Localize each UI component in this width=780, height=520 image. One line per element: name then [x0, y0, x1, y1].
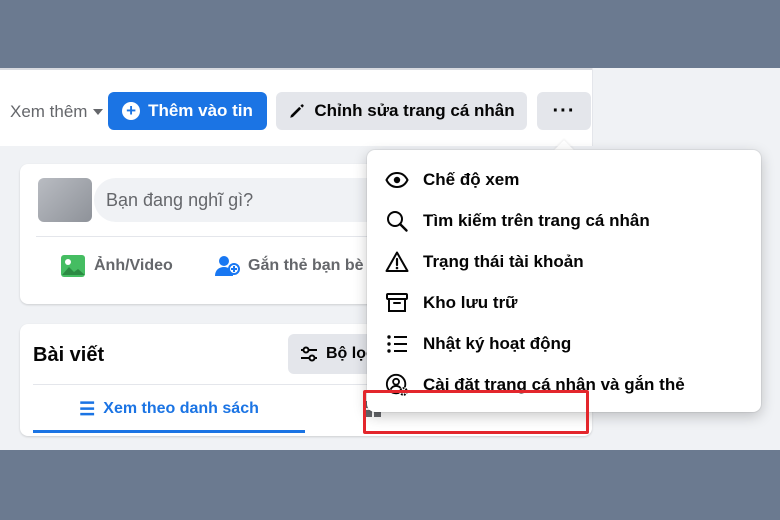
menu-item-label: Nhật ký hoạt động	[423, 334, 572, 353]
posts-title: Bài viết	[33, 344, 105, 366]
menu-item-search-profile[interactable]: Tìm kiếm trên trang cá nhân	[377, 201, 751, 241]
list-view-label: Xem theo danh sách	[103, 400, 259, 417]
menu-item-label: Chế độ xem	[423, 170, 520, 189]
add-to-story-button[interactable]: + Thêm vào tin	[108, 92, 267, 130]
photo-icon	[61, 255, 85, 277]
pencil-icon	[290, 104, 305, 118]
menu-item-label: Tìm kiếm trên trang cá nhân	[423, 211, 650, 230]
divider	[0, 68, 592, 70]
list-icon	[385, 332, 409, 356]
highlight-box	[363, 390, 589, 434]
menu-item-label: Kho lưu trữ	[423, 293, 518, 312]
see-more-label: Xem thêm	[10, 102, 88, 121]
caret-down-icon	[93, 109, 104, 115]
archive-icon	[385, 291, 409, 315]
filter-icon	[301, 346, 317, 362]
search-icon	[385, 209, 409, 233]
tab-list-view[interactable]: ☰ Xem theo danh sách	[33, 386, 305, 432]
edit-profile-label: Chỉnh sửa trang cá nhân	[314, 101, 515, 120]
profile-action-bar: Xem thêm + Thêm vào tin Chỉnh sửa trang …	[0, 68, 593, 146]
tag-friends-icon	[215, 256, 240, 276]
facebook-profile-screenshot: Xem thêm + Thêm vào tin Chỉnh sửa trang …	[0, 68, 780, 450]
photo-video-label: Ảnh/Video	[94, 257, 173, 274]
eye-icon	[385, 168, 409, 192]
add-to-story-label: Thêm vào tin	[148, 101, 253, 120]
warning-icon	[385, 250, 409, 274]
more-icon: ···	[552, 99, 576, 122]
avatar[interactable]	[38, 178, 92, 222]
plus-circle-icon: +	[122, 102, 141, 120]
tag-friends-label: Gắn thẻ bạn bè	[248, 257, 364, 274]
composer-placeholder: Bạn đang nghĩ gì?	[106, 189, 254, 210]
menu-item-archive[interactable]: Kho lưu trữ	[377, 283, 751, 323]
menu-item-activity-log[interactable]: Nhật ký hoạt động	[377, 324, 751, 364]
menu-item-account-status[interactable]: Trạng thái tài khoản	[377, 242, 751, 282]
more-options-menu: Chế độ xem Tìm kiếm trên trang cá nhân T…	[367, 150, 761, 412]
menu-item-view-as[interactable]: Chế độ xem	[377, 160, 751, 200]
photo-video-button[interactable]: Ảnh/Video	[60, 254, 173, 278]
list-view-icon: ☰	[79, 398, 96, 419]
see-more-button[interactable]: Xem thêm	[10, 102, 104, 122]
more-options-button[interactable]: ···	[537, 92, 591, 130]
tag-friends-button[interactable]: Gắn thẻ bạn bè	[214, 254, 364, 278]
active-tab-indicator	[33, 430, 305, 433]
edit-profile-button[interactable]: Chỉnh sửa trang cá nhân	[276, 92, 527, 130]
menu-item-label: Trạng thái tài khoản	[423, 252, 584, 271]
